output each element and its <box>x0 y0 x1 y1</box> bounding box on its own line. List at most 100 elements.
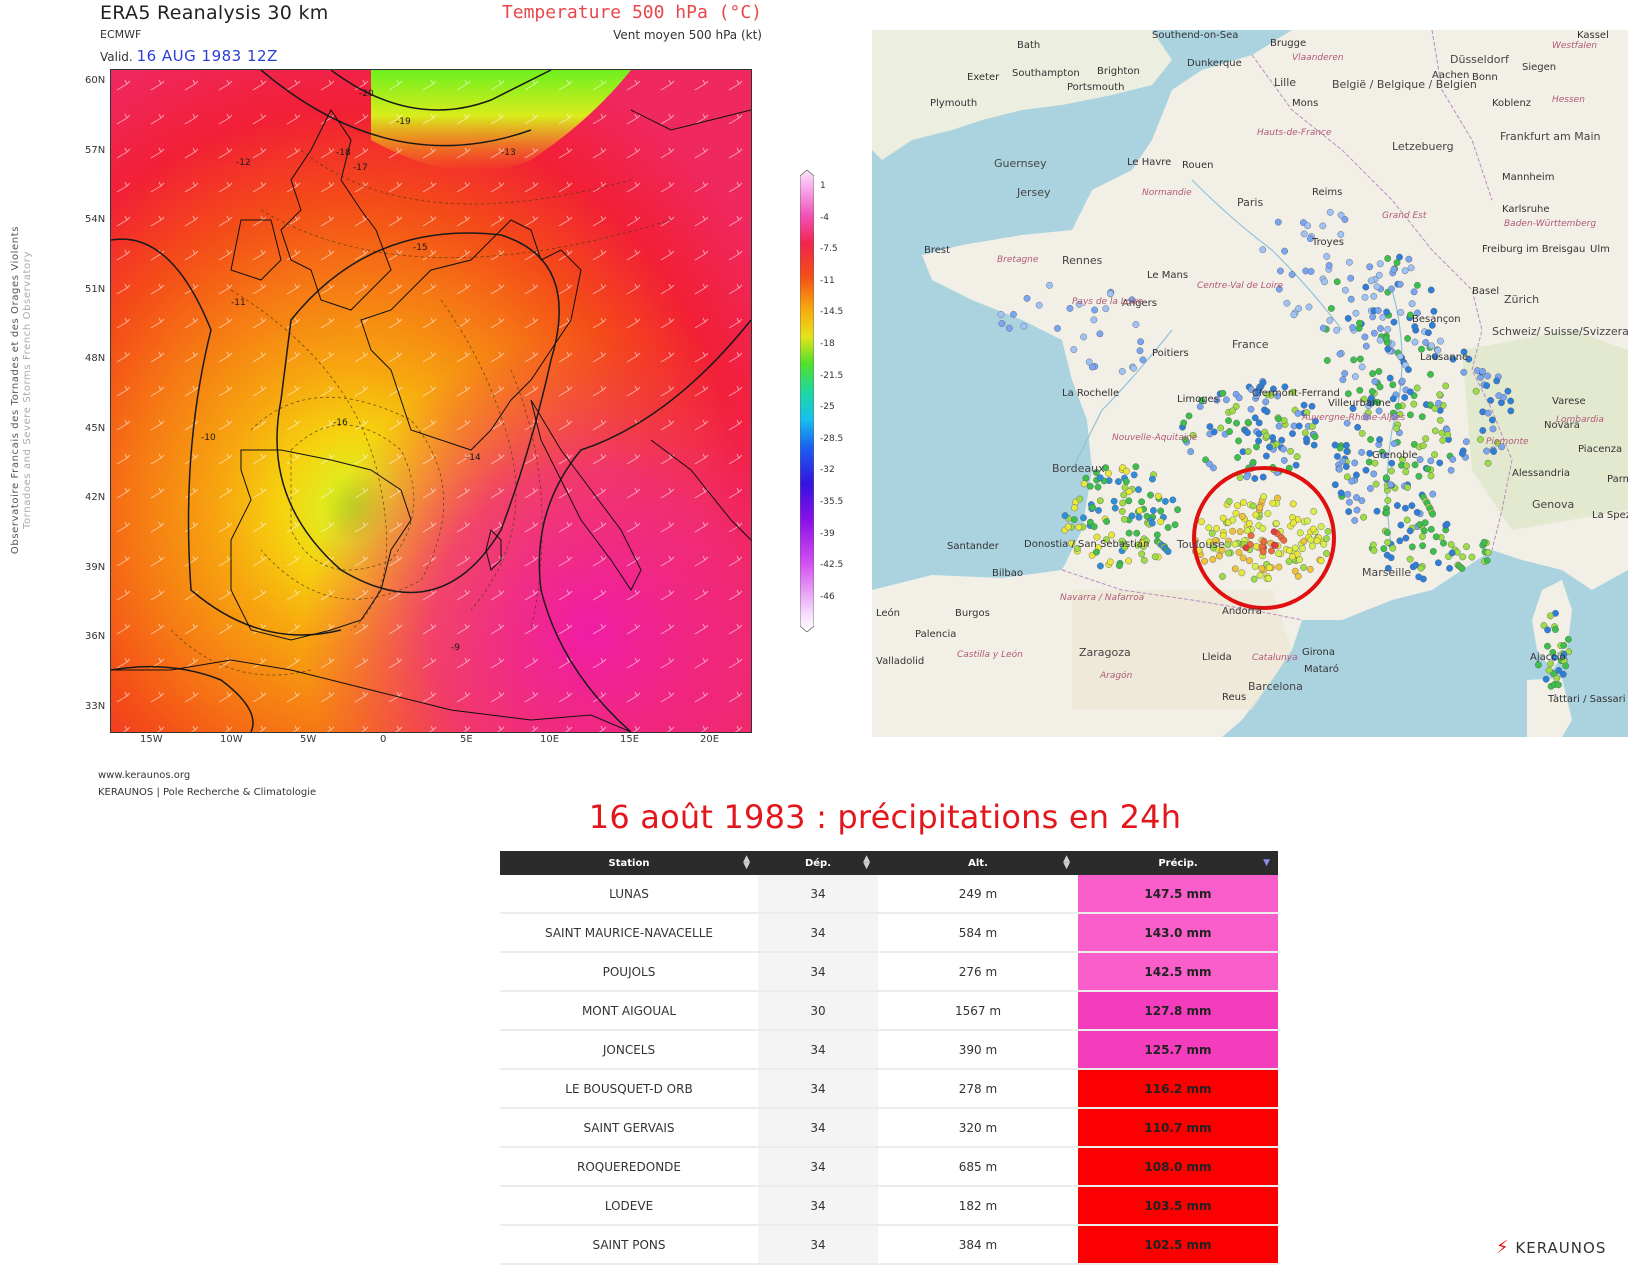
station-dot <box>1236 528 1244 535</box>
table-row[interactable]: SAINT MAURICE-NAVACELLE 34 584 m 143.0 mm <box>500 913 1278 953</box>
station-dot <box>1239 554 1247 562</box>
station-dot <box>1135 486 1142 493</box>
sort-icon[interactable]: ▲ ▼ <box>743 855 750 871</box>
contour-label: -19 <box>396 117 411 127</box>
city-label: Bordeaux <box>1052 462 1105 475</box>
station-dot <box>1301 429 1309 437</box>
table-row[interactable]: MONT AIGOUAL 30 1567 m 127.8 mm <box>500 991 1278 1031</box>
city-label: Rennes <box>1062 254 1103 267</box>
station-dot <box>1244 418 1252 426</box>
station-dot <box>1428 342 1435 350</box>
station-dot <box>1280 445 1287 453</box>
station-dot <box>1294 409 1302 417</box>
station-dot <box>1161 497 1169 505</box>
header-alt[interactable]: Alt. ▲ ▼ <box>878 851 1078 875</box>
station-dot <box>1555 681 1562 689</box>
station-dot <box>1120 515 1128 523</box>
contour-label: -14 <box>466 453 481 463</box>
table-row[interactable]: LUNAS 34 249 m 147.5 mm <box>500 875 1278 914</box>
city-label: Ajaccio <box>1530 652 1566 663</box>
station-dot <box>1235 437 1242 445</box>
colorbar-tick-label: -4 <box>820 212 829 223</box>
era5-field-title: Temperature 500 hPa (°C) <box>501 2 762 23</box>
station-dot <box>1463 438 1470 446</box>
table-row[interactable]: POUJOLS 34 276 m 142.5 mm <box>500 952 1278 992</box>
station-dot <box>1291 544 1299 552</box>
station-dot <box>1232 509 1240 517</box>
station-dot <box>1123 467 1130 475</box>
station-dot <box>1396 280 1404 288</box>
station-dot <box>1379 313 1387 321</box>
station-dot <box>1344 314 1352 322</box>
station-dot <box>1138 498 1145 506</box>
city-label: Dunkerque <box>1187 58 1242 69</box>
station-dot <box>1096 330 1104 338</box>
station-dot <box>1304 222 1311 230</box>
station-dot <box>1275 422 1283 430</box>
region-label: Pays de la Loire <box>1072 297 1144 307</box>
table-row[interactable]: JONCELS 34 390 m 125.7 mm <box>500 1030 1278 1070</box>
city-label: Freiburg im Breisgau <box>1482 244 1585 255</box>
table-row[interactable]: SAINT GERVAIS 34 320 m 110.7 mm <box>500 1108 1278 1148</box>
station-dot <box>1209 556 1217 563</box>
city-label: Varese <box>1552 396 1586 407</box>
station-dot <box>1121 484 1129 491</box>
station-dot <box>1222 396 1230 404</box>
lon-tick-label: 15W <box>140 734 163 745</box>
station-dot <box>1054 324 1061 332</box>
station-dot <box>1086 482 1094 490</box>
lat-tick-label: 39N <box>85 561 106 573</box>
contour-label: -17 <box>353 163 368 173</box>
header-precip[interactable]: Précip. ▼ <box>1078 851 1278 875</box>
sort-desc-icon[interactable]: ▼ <box>1263 859 1270 868</box>
station-dot <box>1447 541 1455 548</box>
station-dot <box>1104 469 1112 477</box>
station-dot <box>1258 565 1266 572</box>
city-label: Piacenza <box>1578 444 1622 455</box>
city-label: Le Mans <box>1147 270 1188 281</box>
header-dep[interactable]: Dép. ▲ ▼ <box>758 851 878 875</box>
station-dot <box>1484 409 1492 417</box>
cell-dep: 34 <box>758 1108 878 1148</box>
region-label: Bretagne <box>997 255 1039 265</box>
station-dot <box>1225 549 1232 557</box>
station-dot <box>1239 499 1247 506</box>
station-dot <box>1384 345 1392 353</box>
cell-station: SAINT GERVAIS <box>500 1108 758 1148</box>
station-dot <box>1362 283 1370 291</box>
table-row[interactable]: ROQUEREDONDE 34 685 m 108.0 mm <box>500 1147 1278 1187</box>
station-dot <box>1427 525 1435 533</box>
city-label: Reims <box>1312 187 1342 198</box>
city-label: Clermont-Ferrand <box>1252 388 1340 399</box>
table-row[interactable]: LE BOUSQUET-D ORB 34 278 m 116.2 mm <box>500 1069 1278 1109</box>
station-dot <box>1565 635 1572 643</box>
station-dot <box>1408 300 1416 308</box>
cell-alt: 384 m <box>878 1225 1078 1265</box>
station-dot <box>1362 342 1370 350</box>
station-dot <box>1309 525 1317 533</box>
station-dot <box>1376 336 1384 344</box>
table-row[interactable]: LODEVE 34 182 m 103.5 mm <box>500 1186 1278 1226</box>
contour-label: -9 <box>451 643 460 653</box>
table-row[interactable]: SAINT PONS 34 384 m 102.5 mm <box>500 1225 1278 1265</box>
sort-icon[interactable]: ▲ ▼ <box>1063 855 1070 871</box>
colorbar-tick-label: -32 <box>820 465 835 476</box>
stations-map: Bath Southend-on-Sea Brugge Düsseldorf K… <box>872 30 1628 737</box>
station-dot <box>1251 414 1259 422</box>
lon-tick-label: 10W <box>220 734 243 745</box>
station-dot <box>1353 494 1360 501</box>
header-station[interactable]: Station ▲ ▼ <box>500 851 758 875</box>
station-dot <box>1372 480 1380 488</box>
city-label: Santander <box>947 541 1000 552</box>
station-dot <box>1350 356 1357 364</box>
sort-icon[interactable]: ▲ ▼ <box>863 855 870 871</box>
city-label: Guernsey <box>994 157 1047 170</box>
station-dot <box>1128 512 1136 520</box>
station-dot <box>1262 452 1270 460</box>
cell-dep: 34 <box>758 1030 878 1070</box>
region-label: Piemonte <box>1486 437 1529 447</box>
station-dot <box>1096 562 1104 570</box>
station-dot <box>1367 277 1375 285</box>
station-dot <box>1414 281 1421 289</box>
station-dot <box>1410 288 1418 296</box>
